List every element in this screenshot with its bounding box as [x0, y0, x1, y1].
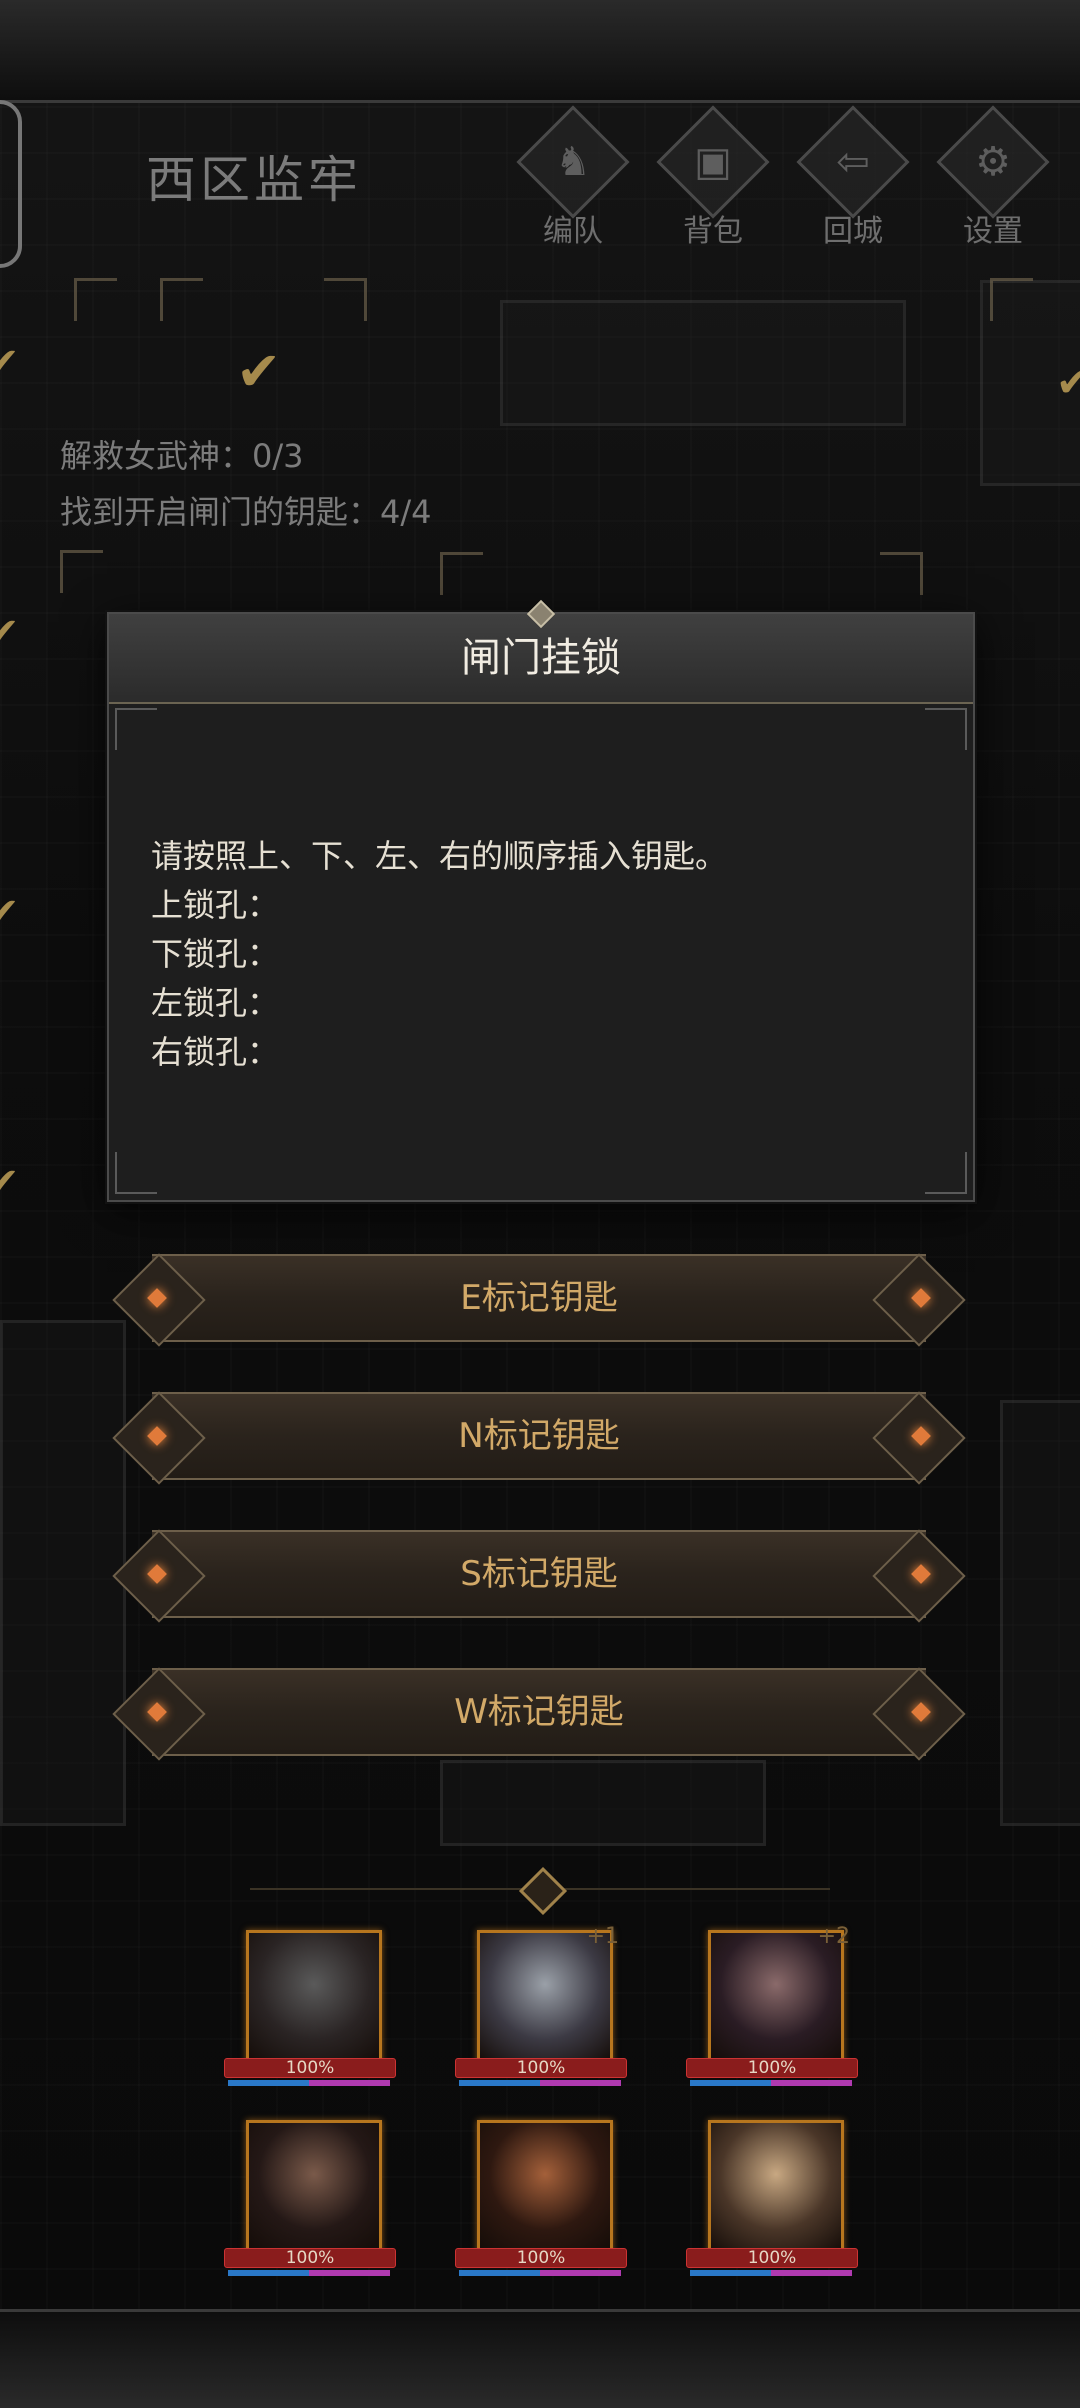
cleared-check-icon: ✔ [0, 340, 20, 386]
slot-right: 右锁孔： [151, 1033, 280, 1071]
map-tile-corner [160, 278, 203, 321]
key-n-button[interactable]: N标记钥匙 [112, 1388, 966, 1485]
hero-slot-2[interactable]: +1 100% [455, 1924, 627, 2086]
dungeon-wall [1000, 1400, 1080, 1826]
slot-left: 左锁孔： [151, 984, 280, 1022]
frame-corner [925, 708, 967, 750]
bottom-frame [0, 2309, 1080, 2408]
hero-hp: 100% [686, 2248, 858, 2268]
key-s-label: S标记钥匙 [460, 1554, 618, 1594]
map-tile-corner [990, 278, 1033, 321]
cleared-check-icon: ✔ [236, 340, 282, 403]
dialog-instruction: 请按照上、下、左、右的顺序插入钥匙。 [151, 837, 728, 875]
cleared-check-icon: ✔ [1056, 360, 1080, 406]
hero-slot-5[interactable]: 100% [455, 2120, 627, 2276]
map-tile-corner [324, 278, 367, 321]
rescue-progress: 解救女武神：0/3 [60, 437, 304, 475]
map-tile-corner [60, 550, 103, 593]
frame-corner [925, 1152, 967, 1194]
hero-hp: 100% [224, 2248, 396, 2268]
area-title: 西区监牢 [146, 151, 362, 209]
hero-mp-bar [228, 2080, 390, 2086]
return-icon: ⇦ [836, 139, 870, 185]
hero-portrait [477, 1930, 613, 2064]
cleared-check-icon: ✔ [0, 1160, 20, 1206]
hero-portrait [708, 1930, 844, 2064]
hero-mp-bar [690, 2080, 852, 2086]
gear-icon: ⚙ [975, 139, 1011, 185]
hero-mp-bar [459, 2080, 621, 2086]
hero-slot-3[interactable]: +2 100% [686, 1924, 858, 2086]
key-w-label: W标记钥匙 [454, 1692, 624, 1732]
side-panel-tab[interactable] [0, 100, 22, 268]
hero-portrait [246, 2120, 382, 2254]
hero-level: +1 [586, 1924, 619, 1949]
frame-corner [115, 708, 157, 750]
hero-portrait [708, 2120, 844, 2254]
key-w-button[interactable]: W标记钥匙 [112, 1664, 966, 1761]
team-icon: ♞ [555, 139, 591, 185]
map-tile-corner [440, 552, 483, 595]
hero-mp-bar [690, 2270, 852, 2276]
dungeon-wall [440, 1760, 766, 1846]
frame-corner [115, 1152, 157, 1194]
dungeon-wall [0, 1320, 126, 1826]
hero-slot-6[interactable]: 100% [686, 2120, 858, 2276]
key-n-label: N标记钥匙 [458, 1416, 620, 1456]
hero-portrait [477, 2120, 613, 2254]
cleared-check-icon: ✔ [0, 610, 20, 656]
hero-slot-4[interactable]: 100% [224, 2120, 396, 2276]
dialog-body: 请按照上、下、左、右的顺序插入钥匙。 上锁孔： 下锁孔： 左锁孔： 右锁孔： [151, 832, 727, 1077]
cleared-check-icon: ✔ [0, 890, 20, 936]
key-e-button[interactable]: E标记钥匙 [112, 1250, 966, 1347]
map-tile-corner [74, 278, 117, 321]
objectives-panel: 解救女武神：0/3 找到开启闸门的钥匙：4/4 [60, 428, 432, 540]
slot-top: 上锁孔： [151, 886, 280, 924]
slot-bottom: 下锁孔： [151, 935, 280, 973]
hero-portrait [246, 1930, 382, 2064]
key-s-button[interactable]: S标记钥匙 [112, 1526, 966, 1623]
top-frame [0, 0, 1080, 103]
hero-hp: 100% [455, 2058, 627, 2078]
map-tile-corner [880, 552, 923, 595]
return-button[interactable]: ⇦ 回城 [793, 105, 913, 249]
hero-mp-bar [228, 2270, 390, 2276]
gate-lock-dialog: 闸门挂锁 请按照上、下、左、右的顺序插入钥匙。 上锁孔： 下锁孔： 左锁孔： 右… [107, 599, 975, 1202]
team-button[interactable]: ♞ 编队 [513, 105, 633, 249]
hero-hp: 100% [455, 2248, 627, 2268]
hero-hp: 100% [686, 2058, 858, 2078]
bag-button[interactable]: ▣ 背包 [653, 105, 773, 249]
dungeon-wall [500, 300, 906, 426]
hero-mp-bar [459, 2270, 621, 2276]
hero-hp: 100% [224, 2058, 396, 2078]
settings-button[interactable]: ⚙ 设置 [933, 105, 1053, 249]
hero-slot-1[interactable]: 100% [224, 1930, 396, 2086]
keys-progress: 找到开启闸门的钥匙：4/4 [60, 493, 432, 531]
hero-level: +2 [817, 1924, 850, 1949]
key-e-label: E标记钥匙 [460, 1278, 618, 1318]
bag-icon: ▣ [694, 139, 732, 185]
